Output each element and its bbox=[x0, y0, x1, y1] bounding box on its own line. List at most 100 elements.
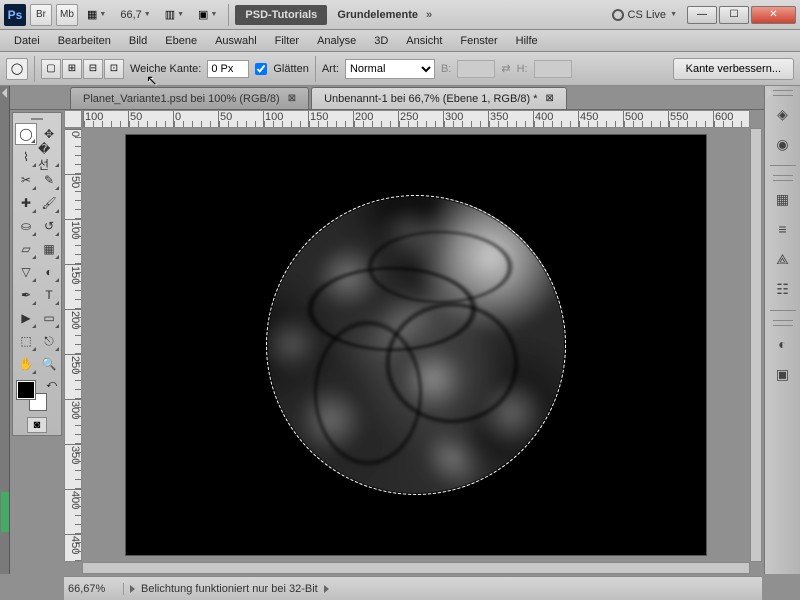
masks-panel-icon[interactable]: ▣ bbox=[771, 362, 795, 386]
zoom-dropdown[interactable]: 66,7▼ bbox=[115, 4, 155, 26]
quick-mask-button[interactable]: ◙ bbox=[27, 417, 47, 433]
horizontal-scrollbar[interactable] bbox=[82, 562, 750, 574]
current-tool-icon[interactable]: ◯ bbox=[6, 58, 28, 80]
panel-drag-handle[interactable] bbox=[15, 115, 59, 123]
feather-label: Weiche Kante: bbox=[130, 63, 201, 75]
view-extras-dropdown[interactable]: ▦▼ bbox=[82, 4, 111, 26]
3d-tool[interactable]: ⬚ bbox=[15, 330, 37, 352]
elliptical-selection-marquee bbox=[266, 195, 566, 495]
close-tab-icon[interactable]: ⊠ bbox=[544, 93, 556, 104]
workspace-more-icon[interactable]: » bbox=[426, 9, 432, 21]
selection-subtract-button[interactable]: ⊟ bbox=[83, 59, 103, 79]
blur-tool[interactable]: ▽ bbox=[15, 261, 37, 283]
color-swatches: ⤺ bbox=[15, 379, 59, 415]
expand-dock-icon[interactable] bbox=[767, 88, 772, 98]
horizontal-ruler[interactable]: 1005005010015020025030035040045050055060… bbox=[82, 110, 750, 128]
window-close-button[interactable]: ✕ bbox=[751, 6, 796, 24]
history-brush-tool[interactable]: ↺ bbox=[38, 215, 60, 237]
layers-panel-icon[interactable]: ◈ bbox=[771, 102, 795, 126]
width-input bbox=[457, 60, 495, 78]
panel-drag-handle[interactable] bbox=[773, 175, 793, 181]
shape-tool[interactable]: ▭ bbox=[38, 307, 60, 329]
doc-tab-1[interactable]: Planet_Variante1.psd bei 100% (RGB/8)⊠ bbox=[70, 87, 309, 109]
title-bar: Ps Br Mb ▦▼ 66,7▼ ▥▼ ▣▼ PSD-Tutorials Gr… bbox=[0, 0, 800, 30]
vertical-scrollbar[interactable] bbox=[750, 128, 762, 562]
height-input bbox=[534, 60, 572, 78]
selection-add-button[interactable]: ⊞ bbox=[62, 59, 82, 79]
menu-3d[interactable]: 3D bbox=[366, 33, 396, 49]
menu-datei[interactable]: Datei bbox=[6, 33, 48, 49]
foreground-color-swatch[interactable] bbox=[17, 381, 35, 399]
left-collapsed-dock[interactable] bbox=[0, 86, 10, 574]
gradient-tool[interactable]: ▦ bbox=[38, 238, 60, 260]
window-minimize-button[interactable]: — bbox=[687, 6, 717, 24]
marquee-tool[interactable]: ◯ bbox=[15, 123, 37, 145]
width-label: B: bbox=[441, 63, 451, 75]
stamp-tool[interactable]: ⛀ bbox=[15, 215, 37, 237]
selection-intersect-button[interactable]: ⊡ bbox=[104, 59, 124, 79]
paragraph-panel-icon[interactable]: ≡ bbox=[771, 217, 795, 241]
quick-select-tool[interactable]: �선 bbox=[38, 146, 60, 168]
lasso-tool[interactable]: ⌇ bbox=[15, 146, 37, 168]
psd-tutorials-badge[interactable]: PSD-Tutorials bbox=[235, 5, 327, 25]
antialias-checkbox[interactable] bbox=[255, 63, 267, 75]
swap-wh-icon: ⇄ bbox=[501, 62, 510, 75]
menu-analyse[interactable]: Analyse bbox=[309, 33, 364, 49]
refine-edge-button[interactable]: Kante verbessern... bbox=[673, 58, 794, 80]
swatches-panel-icon[interactable]: ☷ bbox=[771, 277, 795, 301]
type-tool[interactable]: T bbox=[38, 284, 60, 306]
menu-ebene[interactable]: Ebene bbox=[157, 33, 205, 49]
separator bbox=[315, 56, 316, 82]
3d-camera-tool[interactable]: ⎋ bbox=[38, 330, 60, 352]
document-canvas[interactable] bbox=[126, 135, 706, 555]
separator bbox=[228, 4, 229, 26]
menu-auswahl[interactable]: Auswahl bbox=[207, 33, 265, 49]
path-select-tool[interactable]: ▶ bbox=[15, 307, 37, 329]
vertical-ruler[interactable]: 050100150200250300350400450 bbox=[64, 128, 82, 562]
menu-bearbeiten[interactable]: Bearbeiten bbox=[50, 33, 119, 49]
history-panel-icon[interactable] bbox=[1, 492, 9, 532]
healing-tool[interactable]: ✚ bbox=[15, 192, 37, 214]
menu-filter[interactable]: Filter bbox=[267, 33, 307, 49]
adjustments-panel-icon[interactable]: ◐ bbox=[771, 332, 795, 356]
menu-hilfe[interactable]: Hilfe bbox=[508, 33, 546, 49]
panel-drag-handle[interactable] bbox=[773, 90, 793, 96]
menu-ansicht[interactable]: Ansicht bbox=[398, 33, 450, 49]
eyedropper-tool[interactable]: ✎ bbox=[38, 169, 60, 191]
workspace-switcher[interactable]: Grundelemente bbox=[337, 9, 418, 21]
menu-bild[interactable]: Bild bbox=[121, 33, 155, 49]
zoom-readout[interactable]: 66,67% bbox=[68, 583, 124, 595]
panel-drag-handle[interactable] bbox=[773, 320, 793, 326]
minibridge-button[interactable]: Mb bbox=[56, 4, 78, 26]
toolbox: ◯ ✥ ⌇ �선 ✂ ✎ ✚ 🖌 ⛀ ↺ ▱ ▦ ▽ ◐ ✒ T ▶ ▭ ⬚ ⎋… bbox=[12, 112, 62, 436]
dodge-tool[interactable]: ◐ bbox=[38, 261, 60, 283]
channels-panel-icon[interactable]: ◉ bbox=[771, 132, 795, 156]
eraser-tool[interactable]: ▱ bbox=[15, 238, 37, 260]
feather-input[interactable] bbox=[207, 60, 249, 78]
close-tab-icon[interactable]: ⊠ bbox=[286, 93, 298, 104]
window-maximize-button[interactable]: ☐ bbox=[719, 6, 749, 24]
selection-new-button[interactable]: ▢ bbox=[41, 59, 61, 79]
height-label: H: bbox=[517, 63, 528, 75]
arrange-docs-dropdown[interactable]: ▥▼ bbox=[160, 4, 189, 26]
document-viewport[interactable] bbox=[82, 128, 750, 562]
hand-tool[interactable]: ✋ bbox=[15, 353, 37, 375]
style-select[interactable]: Normal bbox=[345, 59, 435, 79]
crop-tool[interactable]: ✂ bbox=[15, 169, 37, 191]
screen-mode-dropdown[interactable]: ▣▼ bbox=[193, 4, 222, 26]
menu-fenster[interactable]: Fenster bbox=[452, 33, 505, 49]
character-panel-icon[interactable]: ▦ bbox=[771, 187, 795, 211]
zoom-tool[interactable]: 🔍 bbox=[38, 353, 60, 375]
menu-bar: Datei Bearbeiten Bild Ebene Auswahl Filt… bbox=[0, 30, 800, 52]
doc-tab-2[interactable]: Unbenannt-1 bei 66,7% (Ebene 1, RGB/8) *… bbox=[311, 87, 567, 109]
status-prev-icon[interactable] bbox=[130, 585, 135, 593]
brush-tool[interactable]: 🖌 bbox=[38, 192, 60, 214]
ruler-origin[interactable] bbox=[64, 110, 82, 128]
pen-tool[interactable]: ✒ bbox=[15, 284, 37, 306]
cs-live-button[interactable]: CS Live▼ bbox=[612, 9, 677, 21]
document-tabs: Planet_Variante1.psd bei 100% (RGB/8)⊠ U… bbox=[0, 86, 800, 110]
swap-colors-icon[interactable]: ⤺ bbox=[46, 379, 57, 390]
bridge-button[interactable]: Br bbox=[30, 4, 52, 26]
styles-panel-icon[interactable]: ⟁ bbox=[771, 247, 795, 271]
status-next-icon[interactable] bbox=[324, 585, 329, 593]
